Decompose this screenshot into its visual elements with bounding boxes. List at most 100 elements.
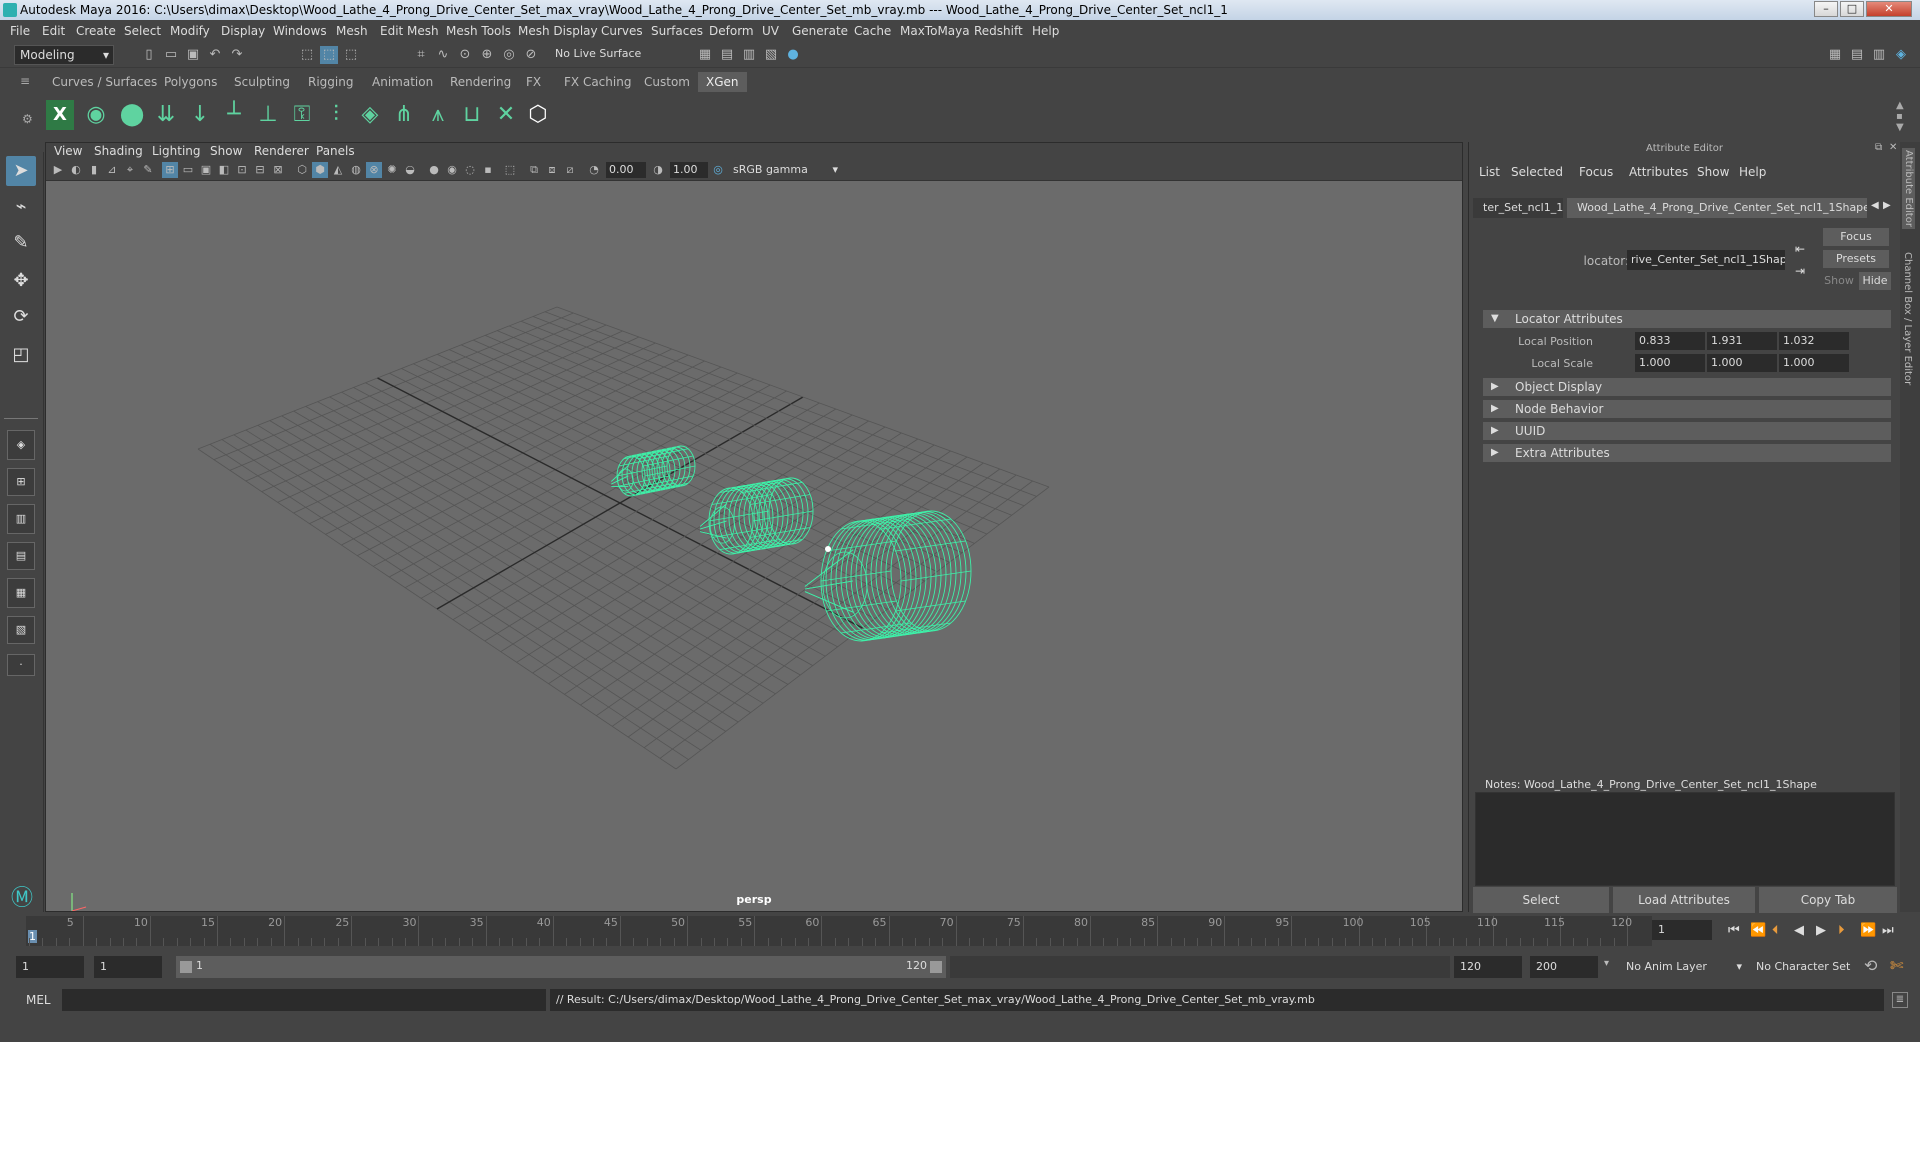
tab-animation[interactable]: Animation bbox=[364, 72, 441, 92]
viewport-menu-shading[interactable]: Shading bbox=[94, 144, 143, 158]
open-scene-icon[interactable]: ▭ bbox=[162, 46, 180, 64]
local-scale-x-field[interactable]: 1.000 bbox=[1635, 354, 1705, 372]
load-attributes-button[interactable]: Load Attributes bbox=[1613, 887, 1755, 913]
step-back-frame-icon[interactable]: ⏴ bbox=[1772, 923, 1779, 938]
more-layouts-icon[interactable]: · bbox=[7, 654, 35, 676]
viewport-scene[interactable] bbox=[46, 181, 1462, 911]
menu-edit-mesh[interactable]: Edit Mesh bbox=[380, 24, 439, 38]
colorspace-dropdown[interactable]: sRGB gamma ▾ bbox=[730, 162, 840, 178]
maximize-button[interactable]: □ bbox=[1840, 1, 1864, 17]
scale-tool-icon[interactable]: ◰ bbox=[6, 340, 36, 370]
persp-hypershade-layout-icon[interactable]: ▧ bbox=[7, 616, 35, 644]
play-backwards-icon[interactable]: ◀ bbox=[1794, 923, 1804, 938]
viewport-menu-panels[interactable]: Panels bbox=[316, 144, 355, 158]
camera-attrs-icon[interactable]: ◐ bbox=[68, 162, 84, 178]
local-scale-y-field[interactable]: 1.000 bbox=[1707, 354, 1777, 372]
undo-icon[interactable]: ↶ bbox=[206, 46, 224, 64]
local-position-y-field[interactable]: 1.931 bbox=[1707, 332, 1777, 350]
smooth-shade-icon[interactable]: ⬢ bbox=[312, 162, 328, 178]
playback-start-field[interactable]: 1 bbox=[94, 956, 162, 978]
save-scene-icon[interactable]: ▣ bbox=[184, 46, 202, 64]
resolution-gate-icon[interactable]: ▣ bbox=[198, 162, 214, 178]
anti-aliasing-icon[interactable]: ◌ bbox=[462, 162, 478, 178]
copy-tab-button[interactable]: Copy Tab bbox=[1759, 887, 1897, 913]
wireframe-icon[interactable]: ⬡ bbox=[294, 162, 310, 178]
film-gate-icon[interactable]: ▭ bbox=[180, 162, 196, 178]
modeling-toolkit-icon[interactable]: ▦ bbox=[1826, 46, 1844, 64]
command-language-label[interactable]: MEL bbox=[26, 993, 51, 1007]
shelf-scroll-arrows-icon[interactable]: ▲ ▪ ▼ bbox=[1896, 100, 1904, 133]
single-perspective-layout-icon[interactable]: ◈ bbox=[7, 430, 35, 460]
render-frame-icon[interactable]: ▦ bbox=[696, 46, 714, 64]
xgen-place-guides-icon[interactable]: ⇊ bbox=[152, 100, 180, 130]
character-set-dropdown[interactable]: No Character Set bbox=[1750, 956, 1862, 978]
xgen-guide-tools-icon[interactable]: ⫶ bbox=[322, 100, 350, 130]
xgen-add-guide-icon[interactable]: ↓ bbox=[186, 100, 214, 130]
minimize-button[interactable]: – bbox=[1814, 1, 1838, 17]
tab-fx-caching[interactable]: FX Caching bbox=[556, 72, 639, 92]
use-lights-icon[interactable]: ✺ bbox=[384, 162, 400, 178]
step-back-key-icon[interactable]: ⏪ bbox=[1750, 923, 1766, 938]
step-forward-key-icon[interactable]: ⏩ bbox=[1860, 923, 1876, 938]
depth-of-field-icon[interactable]: ▪ bbox=[480, 162, 496, 178]
snap-point-icon[interactable]: ⊙ bbox=[456, 46, 474, 64]
mode-dropdown[interactable]: Modeling ▾ bbox=[14, 45, 114, 65]
close-panel-icon[interactable]: ✕ bbox=[1889, 142, 1897, 153]
tool-settings-icon[interactable]: ▥ bbox=[1870, 46, 1888, 64]
xgen-delete-icon[interactable]: ✕ bbox=[492, 100, 520, 130]
xgen-add-guide-up-icon[interactable]: ┴ bbox=[220, 100, 248, 130]
presets-node-icon[interactable]: ⇥ bbox=[1795, 264, 1805, 278]
xray-active-icon[interactable]: ⧈ bbox=[544, 162, 560, 178]
menu-help[interactable]: Help bbox=[1032, 24, 1059, 38]
menu-surfaces[interactable]: Surfaces bbox=[651, 24, 703, 38]
menu-display[interactable]: Display bbox=[221, 24, 265, 38]
local-position-z-field[interactable]: 1.032 bbox=[1779, 332, 1849, 350]
lasso-tool-icon[interactable]: ⌁ bbox=[6, 192, 36, 222]
locator-name-field[interactable]: rive_Center_Set_ncl1_1Shape bbox=[1627, 250, 1785, 270]
section-locator-attributes[interactable]: ▼ Locator Attributes bbox=[1483, 310, 1891, 328]
menu-maxtomaya[interactable]: MaxToMaya bbox=[900, 24, 970, 38]
tab-rendering[interactable]: Rendering bbox=[442, 72, 519, 92]
camera-icon[interactable]: ▶ bbox=[50, 162, 66, 178]
persp-uv-layout-icon[interactable]: ▦ bbox=[7, 578, 35, 608]
xgen-editor-icon[interactable]: X bbox=[46, 100, 74, 130]
xgen-preview-icon[interactable]: ◉ bbox=[82, 100, 110, 130]
tab-xgen[interactable]: XGen bbox=[698, 72, 747, 92]
gate-mask-icon[interactable]: ◧ bbox=[216, 162, 232, 178]
viewport-menu-lighting[interactable]: Lighting bbox=[152, 144, 201, 158]
select-button[interactable]: Select bbox=[1473, 887, 1609, 913]
hide-button[interactable]: Hide bbox=[1859, 272, 1891, 290]
redo-icon[interactable]: ↷ bbox=[228, 46, 246, 64]
shelf-settings-icon[interactable]: ⚙ bbox=[22, 112, 33, 126]
menu-create[interactable]: Create bbox=[76, 24, 116, 38]
backface-culling-icon[interactable]: ⧄ bbox=[562, 162, 578, 178]
range-slider[interactable]: 1 120 bbox=[176, 956, 946, 978]
presets-button[interactable]: Presets bbox=[1823, 250, 1889, 268]
viewport-menu-show[interactable]: Show bbox=[210, 144, 242, 158]
xgen-clumping-icon[interactable]: ⊔ bbox=[458, 100, 486, 130]
ae-menu-help[interactable]: Help bbox=[1739, 165, 1766, 179]
grease-pencil-icon[interactable]: ✎ bbox=[140, 162, 156, 178]
hypershade-icon[interactable]: ● bbox=[784, 46, 802, 64]
animation-start-field[interactable]: 1 bbox=[16, 956, 84, 978]
render-view-icon[interactable]: ▤ bbox=[718, 46, 736, 64]
menu-windows[interactable]: Windows bbox=[273, 24, 327, 38]
ae-menu-selected[interactable]: Selected bbox=[1511, 165, 1563, 179]
xgen-create-description-icon[interactable]: ⬤ bbox=[118, 100, 146, 130]
shelf-menu-icon[interactable]: ≡ bbox=[20, 74, 30, 88]
xray-joints-icon[interactable]: ⧉ bbox=[526, 162, 542, 178]
ae-menu-list[interactable]: List bbox=[1479, 165, 1500, 179]
go-to-end-icon[interactable]: ⏭ bbox=[1882, 923, 1894, 938]
select-by-hierarchy-icon[interactable]: ⬚ bbox=[298, 46, 316, 64]
auto-key-menu-icon[interactable]: ▾ bbox=[1604, 958, 1609, 969]
xgen-guide-length-icon[interactable]: ⊥ bbox=[254, 100, 282, 130]
snap-surface-icon[interactable]: ◎ bbox=[500, 46, 518, 64]
wireframe-on-shaded-icon[interactable]: ◭ bbox=[330, 162, 346, 178]
gamma-field[interactable]: 1.00 bbox=[670, 162, 708, 178]
side-tab-attribute-editor[interactable]: Attribute Editor bbox=[1902, 148, 1915, 229]
playback-end-field[interactable]: 120 bbox=[1454, 956, 1522, 978]
tab-prev-arrow-icon[interactable]: ◀ bbox=[1871, 200, 1879, 211]
notes-textarea[interactable] bbox=[1475, 792, 1895, 886]
menu-edit[interactable]: Edit bbox=[42, 24, 65, 38]
focus-node-icon[interactable]: ⇤ bbox=[1795, 242, 1805, 256]
